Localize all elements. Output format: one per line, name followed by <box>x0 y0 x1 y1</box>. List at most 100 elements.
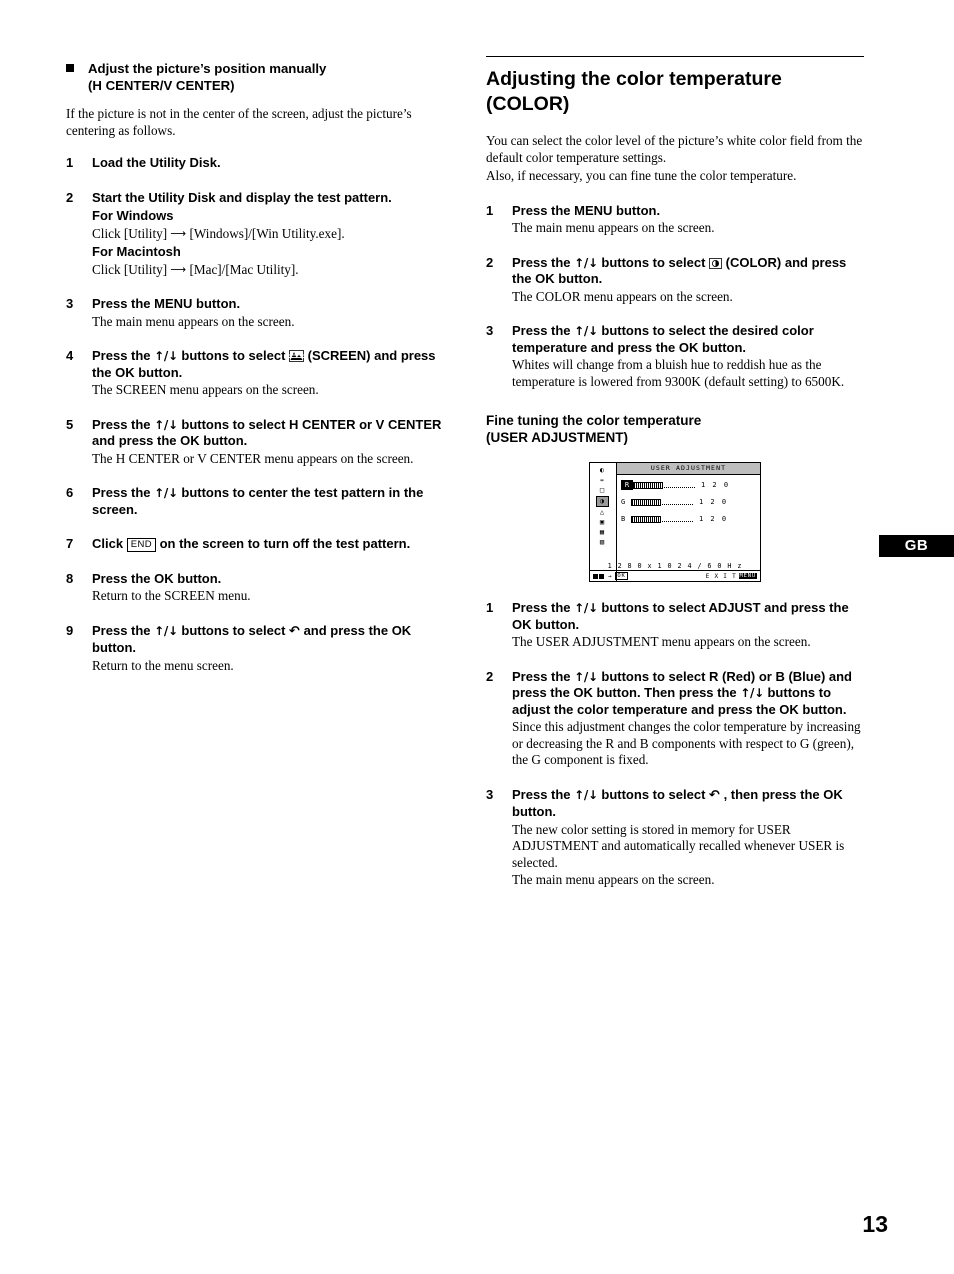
right-step-3: 3 Press the ↑/↓ buttons to select the de… <box>486 323 864 390</box>
step-desc: The SCREEN menu appears on the screen. <box>92 382 319 397</box>
osd-foot-arrow-icon: → <box>608 572 613 580</box>
lang-icon: ▣ <box>599 518 605 526</box>
end-key-label: END <box>126 538 156 552</box>
step-subhead-windows: For Windows <box>92 208 174 223</box>
lead-pre: Press the <box>92 485 151 500</box>
step-desc: The H CENTER or V CENTER menu appears on… <box>92 450 414 466</box>
left-step-6: 6 Press the ↑/↓ buttons to center the te… <box>66 485 456 518</box>
step-lead: Press the ↑/↓ buttons to select (COLOR) … <box>512 255 864 288</box>
osd-user-adjustment-illustration: ◐ ⇿ □ ◑ △ ▣ ▦ ▧ USER ADJUSTMENT R 1 2 0 … <box>589 462 761 582</box>
step-desc-1: The new color setting is stored in memor… <box>512 821 845 870</box>
lead-pre: Press the <box>512 668 571 684</box>
step-desc-windows: Click [Utility] ⟶ [Windows]/[Win Utility… <box>92 226 456 243</box>
step-lead: Press the OK button. <box>92 570 222 586</box>
osd-foot-square-icon <box>599 573 604 579</box>
desc-post: [Windows]/[Win Utility.exe]. <box>189 225 345 241</box>
step-number: 3 <box>486 786 494 802</box>
lead-mid: buttons to select <box>181 622 286 638</box>
osd-bar-track <box>662 500 693 505</box>
lead-pre: Press the <box>92 348 151 363</box>
lead-pre: Press the <box>512 600 571 615</box>
lead-pre: Press the <box>512 254 571 270</box>
step-number: 1 <box>486 600 494 615</box>
left-intro: If the picture is not in the center of t… <box>66 106 412 138</box>
right-intro-1: You can select the color level of the pi… <box>486 133 863 165</box>
lead-mid: buttons to select <box>181 348 286 363</box>
reset-icon: ▧ <box>599 538 605 546</box>
step-number: 6 <box>66 485 74 500</box>
step-number: 9 <box>66 622 74 638</box>
step-desc: Return to the SCREEN menu. <box>92 588 251 603</box>
color-icon-selected: ◑ <box>595 496 609 507</box>
step-number: 5 <box>66 416 74 432</box>
step-desc: Since this adjustment changes the color … <box>512 719 861 767</box>
left-heading-line2: (H CENTER/V CENTER) <box>88 78 235 93</box>
left-column: Adjust the picture’s position manually (… <box>66 60 456 688</box>
step-lead: Press the ↑/↓ buttons to select H CENTER… <box>92 417 456 450</box>
step-number: 2 <box>66 189 74 205</box>
step-lead: Load the Utility Disk. <box>92 155 221 170</box>
osd-row-r: R 1 2 0 <box>618 478 760 492</box>
step-lead: Press the ↑/↓ buttons to select ADJUST a… <box>512 600 864 633</box>
menu-lock-icon: ▦ <box>599 528 605 536</box>
up-down-arrows-icon: ↑/↓ <box>574 601 598 615</box>
up-down-arrows-icon: ↑/↓ <box>574 669 598 684</box>
step-lead: Press the ↑/↓ buttons to select ↷ and pr… <box>92 623 456 657</box>
step-number: 1 <box>486 202 494 218</box>
size-center-icon: ⇿ <box>599 476 605 484</box>
osd-label-g: G <box>621 498 626 506</box>
left-step-3: 3 Press the MENU button. The main menu a… <box>66 296 456 330</box>
page-number: 13 <box>862 1211 888 1237</box>
top-rule-divider <box>486 56 864 57</box>
left-section-heading: Adjust the picture’s position manually (… <box>66 60 456 94</box>
step-number: 7 <box>66 536 74 551</box>
subsection-line1: Fine tuning the color temperature <box>486 413 702 428</box>
left-heading-line1: Adjust the picture’s position manually <box>88 61 327 76</box>
language-tab-gb: GB <box>879 535 954 557</box>
left-step-1: 1 Load the Utility Disk. <box>66 155 456 172</box>
square-bullet-icon <box>66 64 74 72</box>
osd-footer-bar: → OK E X I T MENU <box>590 570 760 581</box>
step-desc: The USER ADJUSTMENT menu appears on the … <box>512 634 811 649</box>
step-lead: Press the ↑/↓ buttons to select the desi… <box>512 323 864 356</box>
step-number: 4 <box>66 348 74 363</box>
osd-bar-track <box>662 517 693 522</box>
up-down-arrows-icon: ↑/↓ <box>154 417 178 432</box>
osd-bar-fill <box>633 481 663 489</box>
osd-icon-list: ◐ ⇿ □ ◑ △ ▣ ▦ ▧ <box>594 466 610 547</box>
right-step2-3: 3 Press the ↑/↓ buttons to select ↷ , th… <box>486 787 864 889</box>
screen-icon: △ <box>599 508 605 516</box>
left-step-5: 5 Press the ↑/↓ buttons to select H CENT… <box>66 417 456 468</box>
step-number: 8 <box>66 570 74 586</box>
right-step2-1: 1 Press the ↑/↓ buttons to select ADJUST… <box>486 600 864 651</box>
osd-bar-g <box>631 498 693 506</box>
right-heading-line1: Adjusting the color temperature <box>486 68 782 90</box>
up-down-arrows-icon: ↑/↓ <box>574 787 598 802</box>
lead-pre: Press the <box>512 786 571 802</box>
up-down-arrows-icon: ↑/↓ <box>154 623 178 638</box>
osd-label-r: R <box>621 480 633 490</box>
lead-pre: Press the <box>92 622 151 638</box>
lead-post: on the screen to turn off the test patte… <box>159 536 411 551</box>
osd-bar-r <box>633 481 695 489</box>
step-lead: Press the MENU button. <box>512 202 661 218</box>
osd-value-b: 1 2 0 <box>699 515 728 523</box>
left-step-4: 4 Press the ↑/↓ buttons to select (SCREE… <box>66 348 456 399</box>
osd-foot-menu-key: MENU <box>738 573 757 579</box>
osd-title: USER ADJUSTMENT <box>617 463 760 475</box>
desc-pre: Click [Utility] <box>92 261 168 277</box>
right-column: Adjusting the color temperature (COLOR) … <box>486 56 864 903</box>
step-number: 2 <box>486 254 494 270</box>
step-desc-2: The main menu appears on the screen. <box>512 872 715 887</box>
right-subsection-heading: Fine tuning the color temperature (USER … <box>486 412 864 446</box>
left-step-7: 7 Click END on the screen to turn off th… <box>66 536 456 553</box>
osd-value-r: 1 2 0 <box>701 481 730 489</box>
step-subhead-macintosh: For Macintosh <box>92 244 181 259</box>
desc-pre: Click [Utility] <box>92 225 168 241</box>
osd-row-b: B 1 2 0 <box>618 512 760 526</box>
right-intro-2: Also, if necessary, you can fine tune th… <box>486 168 797 183</box>
step-lead: Press the ↑/↓ buttons to center the test… <box>92 485 456 518</box>
osd-bar-b <box>631 515 693 523</box>
step-number: 2 <box>486 668 494 684</box>
osd-bar-fill <box>631 515 661 523</box>
